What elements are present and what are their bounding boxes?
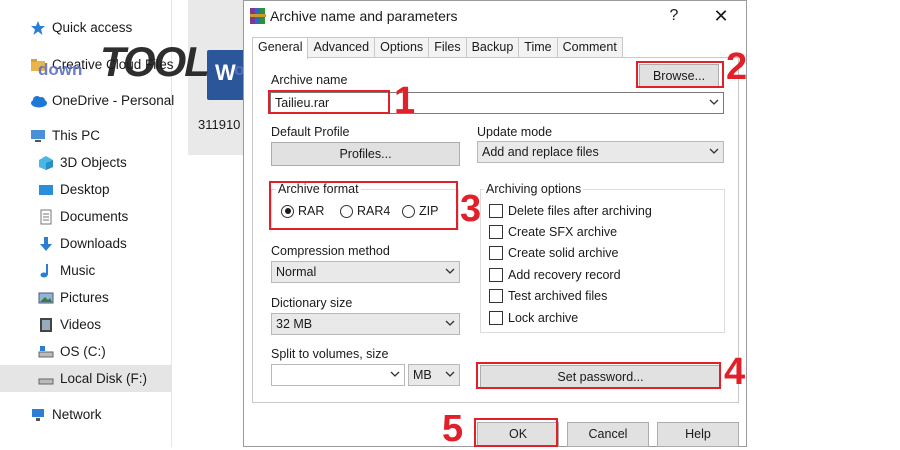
nav-label: Local Disk (F:) (60, 371, 148, 386)
nav-item-os-c[interactable]: OS (C:) (38, 338, 210, 365)
title-bar[interactable]: Archive name and parameters ? ✕ (244, 1, 746, 31)
update-mode-select[interactable]: Add and replace files (477, 141, 724, 163)
profiles-button[interactable]: Profiles... (271, 142, 460, 166)
nav-item-onedrive[interactable]: OneDrive - Personal (30, 87, 202, 114)
nav-label: Videos (60, 317, 102, 332)
network-icon (30, 407, 46, 423)
video-icon (38, 317, 54, 333)
chevron-down-icon (445, 262, 455, 275)
tab-general[interactable]: General (252, 37, 309, 59)
nav-item-3d-objects[interactable]: 3D Objects (38, 149, 210, 176)
compression-method-label: Compression method (271, 244, 390, 258)
nav-label: Desktop (60, 182, 110, 197)
ok-button[interactable]: OK (477, 422, 559, 447)
cube-icon (38, 155, 54, 171)
winrar-icon (250, 8, 266, 24)
tab-comment[interactable]: Comment (556, 37, 623, 58)
help-title-button[interactable]: ? (662, 4, 686, 28)
radio-rar4[interactable]: RAR4 (340, 204, 390, 218)
annotation-5: 5 (442, 408, 464, 450)
checkbox-test-archived[interactable]: Test archived files (489, 289, 607, 303)
computer-icon (30, 128, 46, 144)
archive-name-label: Archive name (271, 73, 348, 87)
default-profile-label: Default Profile (271, 125, 350, 139)
annotation-4: 4 (724, 351, 746, 393)
checkbox-recovery-record[interactable]: Add recovery record (489, 268, 621, 282)
chevron-down-icon (709, 142, 719, 155)
nav-label: Network (52, 407, 102, 422)
radio-zip[interactable]: ZIP (402, 204, 438, 218)
annotation-2: 2 (726, 46, 748, 88)
annotation-3: 3 (460, 188, 482, 230)
archive-format-label: Archive format (276, 182, 361, 196)
nav-item-music[interactable]: Music (38, 257, 210, 284)
help-button[interactable]: Help (657, 422, 739, 447)
nav-label: Music (60, 263, 96, 278)
nav-label: Downloads (60, 236, 127, 251)
tab-strip: General Advanced Options Files Backup Ti… (252, 37, 623, 59)
drive-icon (38, 344, 54, 360)
nav-item-local-disk-f[interactable]: Local Disk (F:) (0, 365, 172, 392)
nav-label: Quick access (52, 20, 133, 35)
tab-options[interactable]: Options (374, 37, 430, 58)
nav-item-documents[interactable]: Documents (38, 203, 210, 230)
chevron-down-icon (445, 314, 455, 327)
tab-files[interactable]: Files (428, 37, 467, 58)
compression-method-select[interactable]: Normal (271, 261, 460, 283)
document-icon (38, 209, 54, 225)
checkbox-delete-files[interactable]: Delete files after archiving (489, 204, 652, 218)
checkbox-create-solid[interactable]: Create solid archive (489, 246, 618, 260)
split-volumes-label: Split to volumes, size (271, 347, 389, 361)
close-button[interactable]: ✕ (706, 4, 736, 28)
tab-advanced[interactable]: Advanced (307, 37, 376, 58)
download-icon (38, 236, 54, 252)
nav-label: 3D Objects (60, 155, 127, 170)
nav-item-this-pc[interactable]: This PC (30, 122, 202, 149)
nav-label: This PC (52, 128, 101, 143)
cancel-button[interactable]: Cancel (567, 422, 649, 447)
star-icon (30, 20, 46, 36)
file-explorer: Quick access Creative Cloud Files OneDri… (0, 0, 255, 447)
drive-icon (38, 371, 54, 387)
checkbox-create-sfx[interactable]: Create SFX archive (489, 225, 617, 239)
nav-label: Pictures (60, 290, 109, 305)
nav-label: OS (C:) (60, 344, 106, 359)
tab-backup[interactable]: Backup (465, 37, 520, 58)
split-volumes-input[interactable] (271, 364, 405, 386)
nav-item-quick-access[interactable]: Quick access (30, 14, 202, 41)
archive-parameters-dialog: Archive name and parameters ? ✕ General … (243, 0, 747, 447)
nav-label: OneDrive - Personal (52, 93, 175, 108)
dictionary-size-label: Dictionary size (271, 296, 353, 310)
set-password-button[interactable]: Set password... (480, 365, 721, 389)
chevron-down-icon (445, 365, 455, 378)
desktop-icon (38, 182, 54, 198)
tab-time[interactable]: Time (518, 37, 558, 58)
music-icon (38, 263, 54, 279)
dialog-title: Archive name and parameters (270, 8, 458, 24)
file-name: 311910 (198, 117, 241, 132)
update-mode-label: Update mode (477, 125, 553, 139)
nav-item-downloads[interactable]: Downloads (38, 230, 210, 257)
watermark-logo: TOOL (100, 38, 210, 85)
chevron-down-icon[interactable] (709, 93, 719, 106)
watermark-text-left: down (38, 60, 83, 79)
archiving-options-label: Archiving options (484, 182, 584, 196)
radio-rar[interactable]: RAR (281, 204, 324, 218)
checkbox-lock-archive[interactable]: Lock archive (489, 311, 578, 325)
split-unit-select[interactable]: MB (408, 364, 460, 386)
nav-item-videos[interactable]: Videos (38, 311, 210, 338)
annotation-1: 1 (394, 80, 416, 122)
archive-name-input[interactable]: Tailieu.rar (270, 92, 724, 114)
nav-item-network[interactable]: Network (30, 401, 202, 428)
nav-item-desktop[interactable]: Desktop (38, 176, 210, 203)
browse-button[interactable]: Browse... (639, 64, 719, 88)
chevron-down-icon[interactable] (390, 365, 400, 378)
nav-label: Documents (60, 209, 129, 224)
dictionary-size-select[interactable]: 32 MB (271, 313, 460, 335)
nav-item-pictures[interactable]: Pictures (38, 284, 210, 311)
pictures-icon (38, 290, 54, 306)
cloud-icon (30, 93, 47, 109)
